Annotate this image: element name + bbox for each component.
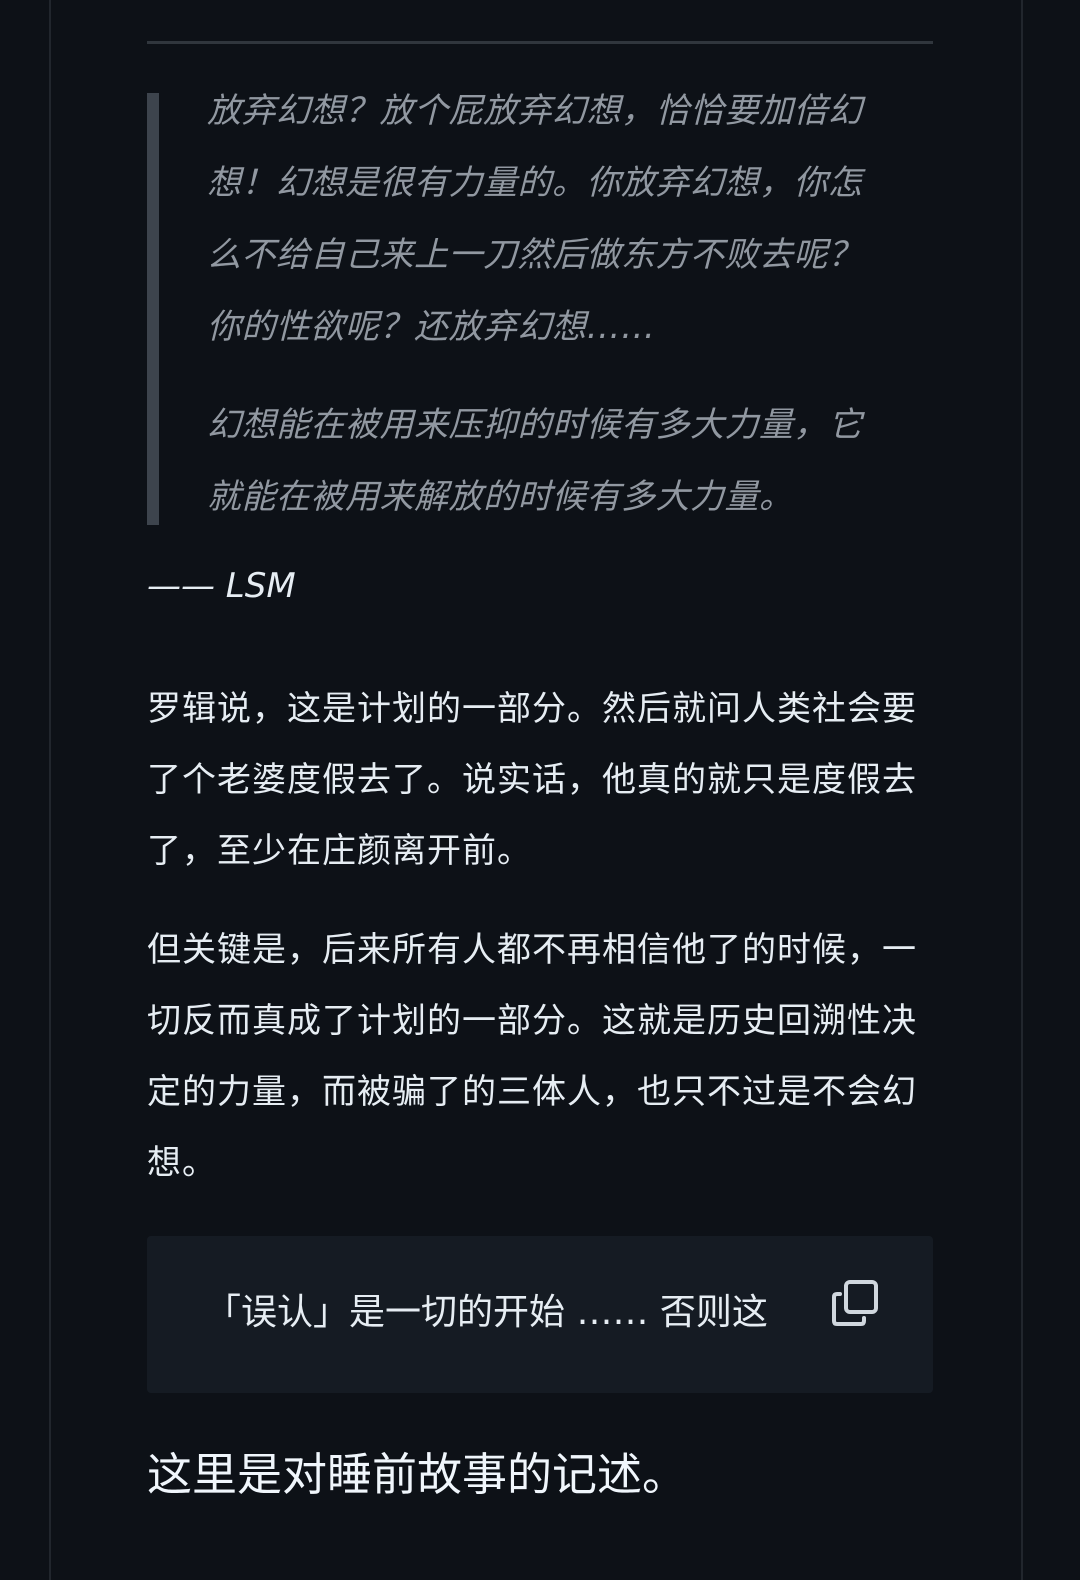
blockquote-paragraph: 放弃幻想？放个屁放弃幻想，恰恰要加倍幻想！幻想是很有力量的。你放弃幻想，你怎么不…: [207, 91, 863, 347]
copy-icon: [832, 1280, 878, 1326]
blockquote: 放弃幻想？放个屁放弃幻想，恰恰要加倍幻想！幻想是很有力量的。你放弃幻想，你怎么不…: [147, 91, 933, 525]
blockquote-paragraph: 幻想能在被用来压抑的时候有多大力量，它就能在被用来解放的时候有多大力量。: [207, 405, 863, 517]
body-paragraph: 但关键是，后来所有人都不再相信他了的时候，一切反而真成了计划的一部分。这就是历史…: [147, 930, 917, 1183]
body-paragraph: 罗辑说，这是计划的一部分。然后就问人类社会要了个老婆度假去了。说实话，他真的就只…: [147, 689, 917, 871]
blockquote-bar: [147, 93, 159, 525]
code-block-text[interactable]: 「误认」是一切的开始 …… 否则这: [205, 1288, 803, 1338]
horizontal-rule: [147, 41, 933, 44]
section-heading: 这里是对睡前故事的记述。: [147, 1448, 688, 1501]
quote-attribution: —— LSM: [147, 566, 296, 606]
code-block: 「误认」是一切的开始 …… 否则这: [147, 1236, 933, 1393]
copy-button[interactable]: [829, 1276, 885, 1332]
